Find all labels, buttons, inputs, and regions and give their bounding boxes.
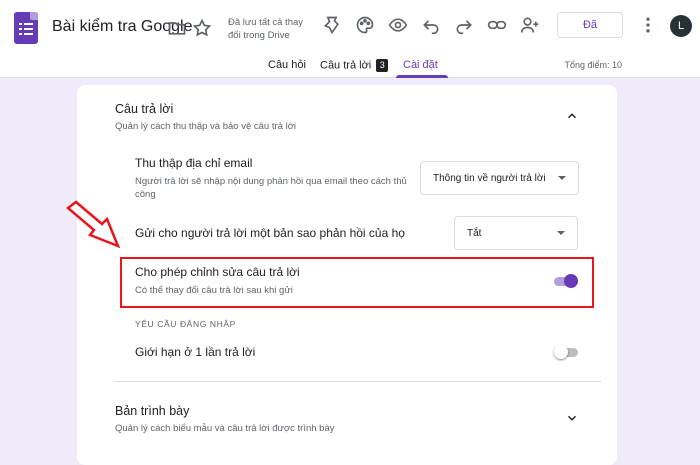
presentation-section-subtitle: Quản lý cách biểu mẫu và câu trả lời đượ… <box>115 423 335 434</box>
undo-icon[interactable] <box>420 14 442 36</box>
send-button[interactable]: Đã <box>557 12 623 38</box>
responses-count-badge: 3 <box>376 59 389 72</box>
pointer-arrow-icon <box>66 200 121 248</box>
chevron-up-icon[interactable] <box>565 109 579 123</box>
tab-responses[interactable]: Câu trả lời 3 <box>320 59 389 72</box>
collect-email-subtitle: Người trả lời sẽ nhập nội dung phản hồi … <box>135 176 407 200</box>
more-vert-icon[interactable] <box>637 14 659 36</box>
presentation-section-title: Bản trình bày <box>115 404 190 418</box>
app-header: Bài kiểm tra Google Đã lưu tất cả thay đ… <box>0 0 700 78</box>
customize-theme-icon[interactable] <box>321 14 343 36</box>
link-icon[interactable] <box>486 14 508 36</box>
settings-card: Câu trả lời Quản lý cách thu thập và bảo… <box>77 85 617 465</box>
save-status-text: Đã lưu tất cả thay đổi trong Drive <box>228 17 304 41</box>
send-copy-title: Gửi cho người trả lời một bản sao phản h… <box>135 226 405 240</box>
login-required-label: YÊU CẦU ĐĂNG NHẬP <box>135 319 236 329</box>
google-forms-logo-icon[interactable] <box>14 12 38 44</box>
avatar[interactable]: L <box>670 15 692 37</box>
responses-section-title: Câu trả lời <box>115 102 174 116</box>
tab-questions[interactable]: Câu hỏi <box>268 59 306 71</box>
add-collaborator-icon[interactable] <box>519 14 541 36</box>
tab-settings[interactable]: Cài đặt <box>403 59 438 71</box>
dropdown-caret-icon <box>558 176 566 180</box>
preview-eye-icon[interactable] <box>387 14 409 36</box>
active-tab-indicator <box>396 75 448 78</box>
dropdown-caret-icon <box>557 231 565 235</box>
collect-email-select[interactable]: Thông tin về người trả lời <box>420 161 579 195</box>
folder-icon[interactable] <box>166 17 188 39</box>
redo-icon[interactable] <box>453 14 475 36</box>
total-points: Tổng điểm: 10 <box>564 60 622 70</box>
responses-section-subtitle: Quản lý cách thu thập và bảo vệ câu trả … <box>115 121 297 132</box>
tab-bar: Câu hỏi Câu trả lời 3 Cài đặt Tổng điểm: … <box>0 56 700 78</box>
palette-icon[interactable] <box>354 14 376 36</box>
collect-email-title: Thu thập địa chỉ email <box>135 156 253 170</box>
limit-one-toggle[interactable] <box>554 345 578 359</box>
chevron-down-icon[interactable] <box>565 411 579 425</box>
highlight-box <box>120 257 594 308</box>
limit-one-title: Giới hạn ở 1 lần trả lời <box>135 345 256 359</box>
star-icon[interactable] <box>191 17 213 39</box>
section-divider <box>115 381 601 382</box>
send-copy-select[interactable]: Tắt <box>454 216 578 250</box>
